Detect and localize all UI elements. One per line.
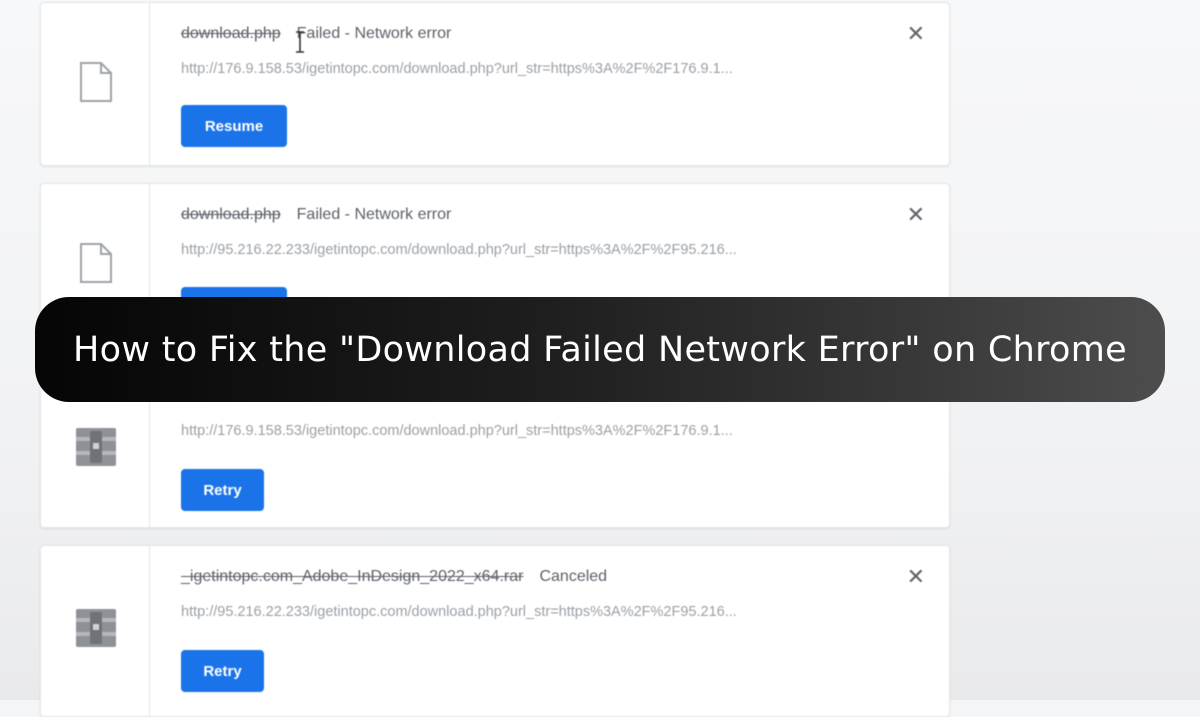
download-status: Canceled — [539, 568, 608, 585]
text-cursor-icon — [296, 31, 304, 53]
close-icon[interactable]: ✕ — [907, 23, 925, 45]
download-item: _igetintopc.com_Adobe_InDesign_2022_x64.… — [40, 545, 950, 717]
retry-button[interactable]: Retry — [181, 650, 264, 692]
download-filename[interactable]: _igetintopc.com_Adobe_InDesign_2022_x64.… — [181, 568, 523, 586]
download-url[interactable]: http://95.216.22.233/igetintopc.com/down… — [181, 604, 737, 620]
card-divider — [149, 3, 150, 165]
download-filename[interactable]: download.php — [181, 25, 281, 43]
download-item: download.php Failed - Network error http… — [40, 2, 950, 166]
download-status: Failed - Network error — [296, 206, 452, 223]
download-filename[interactable]: download.php — [181, 206, 281, 224]
download-url[interactable]: http://176.9.158.53/igetintopc.com/downl… — [181, 423, 733, 439]
close-icon[interactable]: ✕ — [907, 566, 925, 588]
download-title-row: download.php Failed - Network error — [181, 25, 451, 43]
download-title-row: download.php Failed - Network error — [181, 206, 451, 224]
download-title-row: _igetintopc.com_Adobe_InDesign_2022_x64.… — [181, 568, 607, 586]
retry-button[interactable]: Retry — [181, 469, 264, 511]
resume-button[interactable]: Resume — [181, 105, 287, 147]
close-icon[interactable]: ✕ — [907, 204, 925, 226]
archive-icon — [76, 609, 116, 647]
download-url[interactable]: http://176.9.158.53/igetintopc.com/downl… — [181, 61, 733, 77]
download-url[interactable]: http://95.216.22.233/igetintopc.com/down… — [181, 242, 737, 258]
card-divider — [149, 546, 150, 716]
banner-title: How to Fix the "Download Failed Network … — [73, 329, 1127, 370]
file-icon — [80, 243, 112, 283]
title-banner: How to Fix the "Download Failed Network … — [35, 297, 1165, 402]
file-icon — [80, 62, 112, 102]
archive-icon — [76, 428, 116, 466]
download-status: Failed - Network error — [296, 25, 452, 42]
